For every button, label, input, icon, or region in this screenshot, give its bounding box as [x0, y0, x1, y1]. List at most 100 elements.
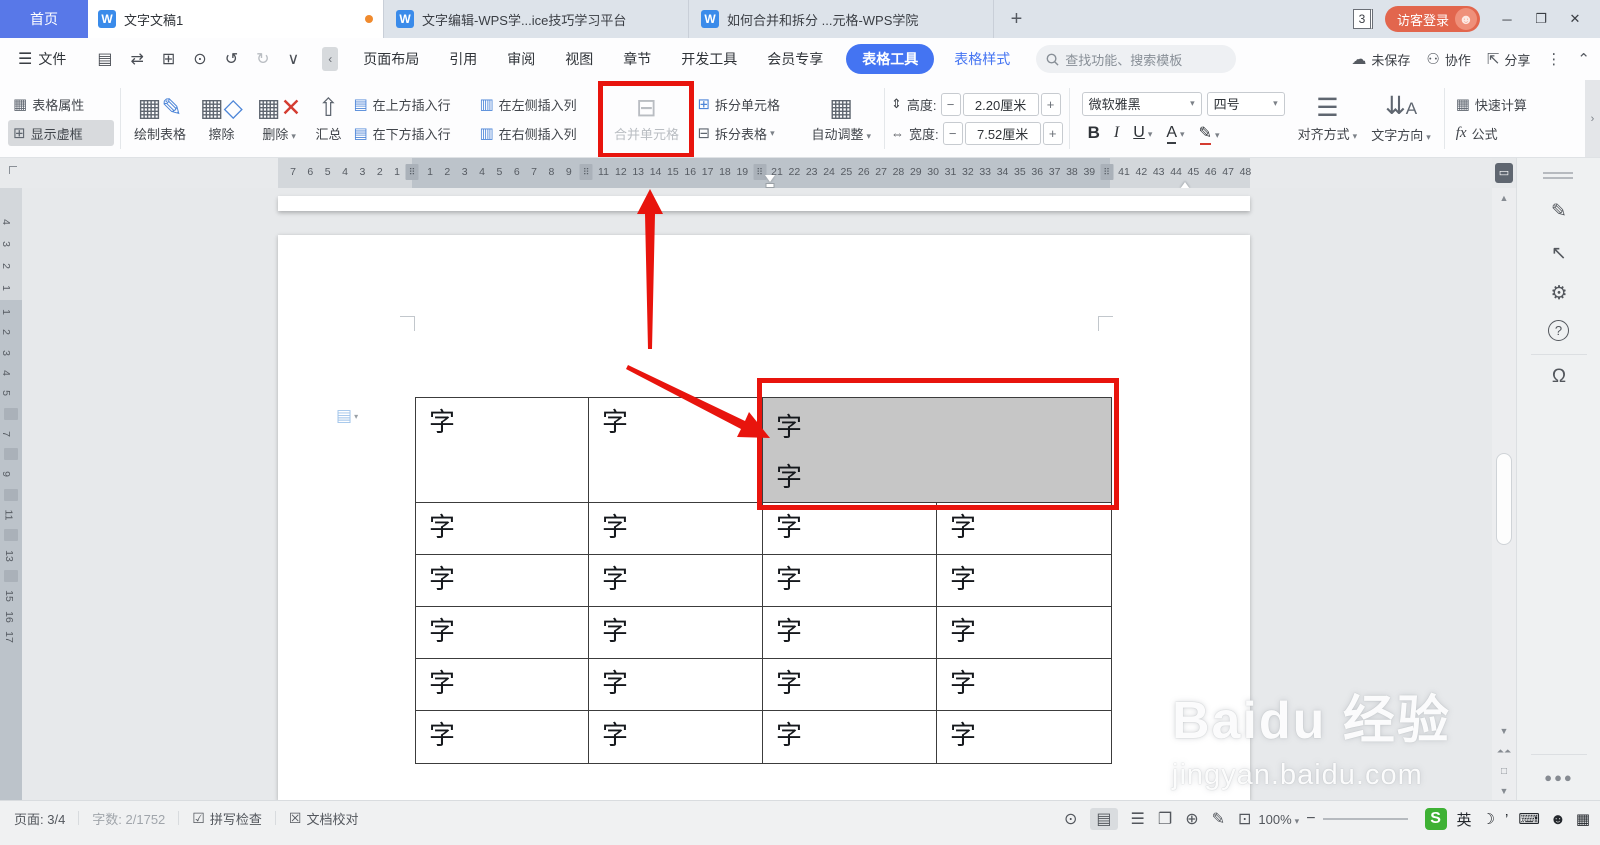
ribbon-tab-5[interactable]: 开发工具: [666, 49, 752, 69]
pen-mode-icon[interactable]: ✎: [1212, 809, 1225, 829]
font-size-select[interactable]: 四号 ▾: [1206, 91, 1285, 116]
table-cell[interactable]: 字: [416, 555, 589, 607]
table-column-marker[interactable]: ⠿: [405, 164, 419, 180]
previous-page-icon[interactable]: ⏶⏶: [1492, 746, 1516, 757]
insert-row-below-button[interactable]: ▤ 在下方插入行: [348, 120, 474, 146]
table-cell[interactable]: 字: [763, 555, 937, 607]
table-row-marker[interactable]: [4, 569, 18, 582]
share-button[interactable]: ⇱ 分享: [1487, 50, 1531, 69]
cursor-select-icon[interactable]: ↖: [1517, 242, 1600, 265]
next-page-icon[interactable]: ▼: [1492, 786, 1516, 796]
document-canvas[interactable]: ▤ ▾ 字字字字字字字字字字字字字字字字字字字字字字字字 Baidu 经验 jin…: [22, 188, 1492, 800]
width-minus-button[interactable]: −: [942, 121, 963, 145]
height-plus-button[interactable]: +: [1040, 92, 1061, 116]
help-icon[interactable]: ?: [1548, 320, 1569, 341]
split-table-dropdown-button[interactable]: ⊟ 拆分表格 ▾: [692, 120, 804, 146]
more-tools-icon[interactable]: ●●●: [1517, 770, 1600, 785]
file-menu[interactable]: 文件: [38, 49, 66, 69]
highlight-button[interactable]: ✎ ▾: [1193, 123, 1226, 143]
collapse-ribbon-icon[interactable]: ⌃: [1577, 50, 1590, 68]
minimize-button[interactable]: ─: [1492, 6, 1522, 32]
web-view-icon[interactable]: ⊕: [1185, 809, 1198, 829]
alignment-dropdown-button[interactable]: ☰ 对齐方式 ▾: [1291, 84, 1365, 153]
print-icon[interactable]: ⊞: [162, 51, 175, 68]
summarize-button[interactable]: ⇧ 汇总: [308, 84, 348, 153]
print-preview-icon[interactable]: ⊙: [193, 51, 206, 68]
new-tab-button[interactable]: +: [993, 0, 1039, 38]
cloud-save-status[interactable]: ☁ 未保存: [1351, 50, 1410, 69]
vertical-ruler[interactable]: 4 3 2 1 1 2 3 4 5 7 9 11 13 15 16 17: [0, 188, 22, 800]
read-mode-icon[interactable]: ❐: [1158, 809, 1172, 829]
zoom-out-icon[interactable]: −: [1306, 810, 1315, 828]
table-cell[interactable]: 字: [763, 503, 937, 555]
zoom-slider[interactable]: [1322, 818, 1408, 820]
italic-button[interactable]: I: [1108, 124, 1125, 142]
table-cell[interactable]: 字: [589, 398, 763, 503]
table-cell[interactable]: 字: [937, 607, 1111, 659]
proofread-button[interactable]: ☒ 文档校对: [276, 808, 372, 828]
special-symbol-icon[interactable]: Ω: [1517, 366, 1600, 388]
formula-button[interactable]: fx 公式: [1451, 120, 1551, 146]
ime-moon-icon[interactable]: ☽: [1482, 810, 1495, 828]
scroll-up-icon[interactable]: ▲: [1492, 193, 1516, 203]
settings-sliders-icon[interactable]: ⚙: [1517, 282, 1600, 305]
ime-punctuation-icon[interactable]: ’: [1505, 811, 1508, 828]
window-count-badge[interactable]: 3: [1352, 9, 1373, 29]
height-minus-button[interactable]: −: [940, 92, 961, 116]
underline-button[interactable]: U ▾: [1127, 124, 1158, 142]
table-cell[interactable]: 字: [416, 398, 589, 503]
undo-icon[interactable]: ↺: [225, 51, 238, 68]
table-cell[interactable]: 字: [589, 711, 763, 763]
table-cell[interactable]: 字: [937, 659, 1111, 711]
ribbon-scroll-right-button[interactable]: ›: [1585, 80, 1600, 157]
more-commands-icon[interactable]: ∨: [288, 51, 300, 68]
table-cell[interactable]: 字: [416, 607, 589, 659]
spellcheck-button[interactable]: ☑ 拼写检查: [179, 808, 275, 828]
width-plus-button[interactable]: +: [1042, 121, 1063, 145]
eye-protect-icon[interactable]: ⊙: [1064, 809, 1077, 829]
close-button[interactable]: ✕: [1560, 6, 1590, 32]
zoom-level[interactable]: 100% ▾: [1258, 812, 1299, 827]
tab-home[interactable]: 首页: [0, 0, 88, 38]
outline-view-icon[interactable]: ☰: [1131, 809, 1145, 829]
more-menu-icon[interactable]: ⋮: [1546, 50, 1561, 68]
ime-lang-toggle[interactable]: 英: [1457, 809, 1472, 830]
scroll-down-icon[interactable]: ▼: [1492, 726, 1516, 736]
table-cell[interactable]: 字: [937, 711, 1111, 763]
autofit-dropdown-button[interactable]: ▦ 自动调整 ▾: [804, 84, 878, 153]
search-input[interactable]: 查找功能、搜索模板: [1036, 45, 1237, 73]
table-cell[interactable]: 字: [589, 607, 763, 659]
select-browse-object-icon[interactable]: □: [1492, 766, 1516, 777]
tab-table-style[interactable]: 表格样式: [942, 49, 1022, 69]
sogou-logo-icon[interactable]: S: [1424, 808, 1447, 830]
table-row-marker[interactable]: [4, 529, 18, 542]
table-cell[interactable]: 字: [763, 711, 937, 763]
table-cell[interactable]: 字: [763, 659, 937, 711]
text-direction-dropdown-button[interactable]: ⇊A 文字方向 ▾: [1364, 84, 1438, 153]
save-icon[interactable]: ▤: [97, 51, 112, 68]
ruler-toggle-button[interactable]: ▭: [1495, 163, 1513, 183]
delete-dropdown-button[interactable]: ▦✕ 删除 ▾: [250, 84, 309, 153]
ime-grid-icon[interactable]: ▦: [1576, 810, 1590, 828]
table-column-marker[interactable]: ⠿: [1100, 164, 1114, 180]
split-cells-button[interactable]: ⊞ 拆分单元格: [692, 91, 804, 117]
scrollbar-thumb[interactable]: [1496, 453, 1512, 545]
quick-calc-button[interactable]: ▦ 快速计算: [1451, 91, 1551, 117]
ime-person-icon[interactable]: ☻: [1550, 811, 1566, 828]
ime-keyboard-icon[interactable]: ⌨: [1518, 810, 1540, 828]
table-cell[interactable]: 字: [937, 503, 1111, 555]
export-icon[interactable]: ⇄: [130, 51, 143, 68]
height-value-field[interactable]: 2.20厘米: [962, 92, 1039, 116]
insert-col-left-button[interactable]: ▥ 在左侧插入列: [474, 91, 600, 117]
bold-button[interactable]: B: [1082, 123, 1106, 143]
show-gridlines-toggle[interactable]: ⊞ 显示虚框: [8, 120, 114, 146]
redo-icon[interactable]: ↻: [256, 51, 269, 68]
pen-annotate-icon[interactable]: ✎: [1517, 200, 1600, 223]
ribbon-tab-0[interactable]: 页面布局: [348, 49, 434, 69]
table-cell[interactable]: 字: [937, 555, 1111, 607]
table-column-marker[interactable]: ⠿: [579, 164, 593, 180]
table-row-marker[interactable]: [4, 407, 18, 420]
eraser-button[interactable]: ▦◇ 擦除: [193, 84, 250, 153]
ribbon-tab-6[interactable]: 会员专享: [752, 49, 838, 69]
table-paragraph-widget[interactable]: ▤ ▾: [336, 406, 358, 426]
